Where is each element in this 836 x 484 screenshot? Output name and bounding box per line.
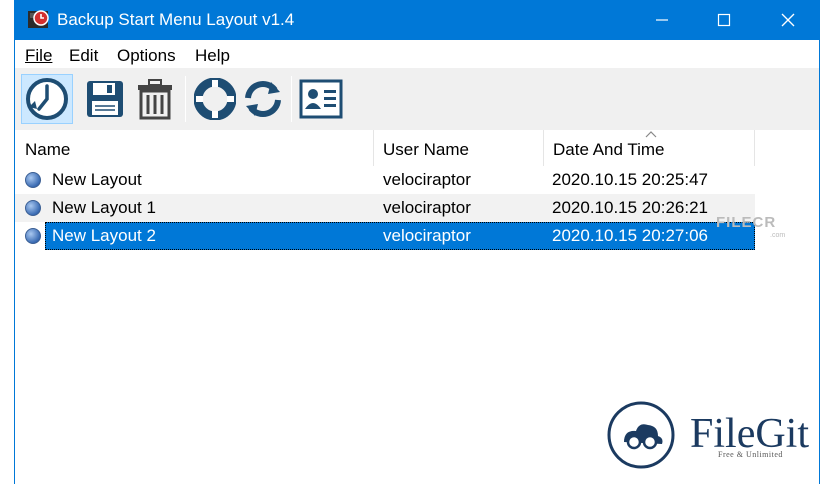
watermark-tagline: Free & Unlimited	[718, 450, 783, 459]
column-header-user[interactable]: User Name	[373, 130, 543, 166]
menu-options-label: Options	[117, 46, 176, 65]
save-icon	[87, 81, 123, 117]
about-button[interactable]	[295, 74, 347, 124]
row-name: New Layout 2	[52, 226, 156, 245]
menu-file[interactable]: File	[25, 46, 52, 66]
list-item-selected[interactable]: New Layout 2 velociraptor 2020.10.15 20:…	[15, 222, 755, 250]
sort-ascending-icon	[645, 131, 657, 138]
row-name: New Layout 1	[52, 198, 156, 217]
column-header-label: Name	[25, 140, 71, 159]
menu-edit[interactable]: Edit	[69, 46, 98, 66]
menu-help[interactable]: Help	[195, 46, 230, 66]
menu-file-label: File	[25, 46, 53, 65]
column-header-name[interactable]: Name	[15, 130, 373, 166]
column-header-label: User Name	[383, 140, 469, 159]
refresh-button[interactable]	[237, 74, 289, 124]
save-button[interactable]	[79, 74, 131, 124]
menu-edit-label: Edit	[69, 46, 99, 65]
lifebuoy-icon	[194, 78, 236, 120]
menu-options[interactable]: Options	[117, 46, 176, 66]
list-item[interactable]: New Layout velociraptor 2020.10.15 20:25…	[15, 166, 755, 194]
delete-button[interactable]	[129, 74, 181, 124]
watermark-filecr-sub: .com	[770, 232, 786, 239]
minimize-icon	[656, 19, 668, 21]
row-user: velociraptor	[383, 170, 471, 189]
window-title: Backup Start Menu Layout v1.4	[57, 10, 295, 29]
filegit-logo-icon	[607, 401, 675, 469]
close-icon	[781, 13, 795, 27]
toolbar	[15, 68, 819, 130]
minimize-button[interactable]	[633, 0, 691, 40]
app-icon	[27, 8, 51, 30]
maximize-icon	[717, 13, 731, 27]
toolbar-separator	[185, 76, 186, 122]
trash-icon	[138, 79, 172, 120]
row-datetime: 2020.10.15 20:25:47	[552, 170, 708, 189]
row-user: velociraptor	[383, 226, 471, 245]
layout-bullet-icon	[25, 200, 41, 216]
column-divider[interactable]	[754, 130, 755, 166]
layout-bullet-icon	[25, 228, 41, 244]
row-datetime: 2020.10.15 20:26:21	[552, 198, 708, 217]
menu-bar: File Edit Options Help	[15, 40, 819, 68]
layout-bullet-icon	[25, 172, 41, 188]
watermark-filecr: FILECR	[716, 214, 777, 231]
backup-restore-icon	[26, 78, 68, 120]
help-button[interactable]	[189, 74, 241, 124]
menu-help-label: Help	[195, 46, 230, 65]
row-datetime: 2020.10.15 20:27:06	[552, 226, 708, 245]
list-item[interactable]: New Layout 1 velociraptor 2020.10.15 20:…	[15, 194, 755, 222]
title-bar[interactable]: Backup Start Menu Layout v1.4	[15, 0, 819, 40]
maximize-button[interactable]	[695, 0, 753, 40]
refresh-icon	[245, 81, 281, 117]
row-user: velociraptor	[383, 198, 471, 217]
backup-restore-button[interactable]	[21, 74, 73, 124]
column-header-label: Date And Time	[553, 140, 665, 159]
toolbar-separator	[291, 76, 292, 122]
close-button[interactable]	[759, 0, 817, 40]
row-name: New Layout	[52, 170, 142, 189]
contact-card-icon	[299, 79, 343, 119]
